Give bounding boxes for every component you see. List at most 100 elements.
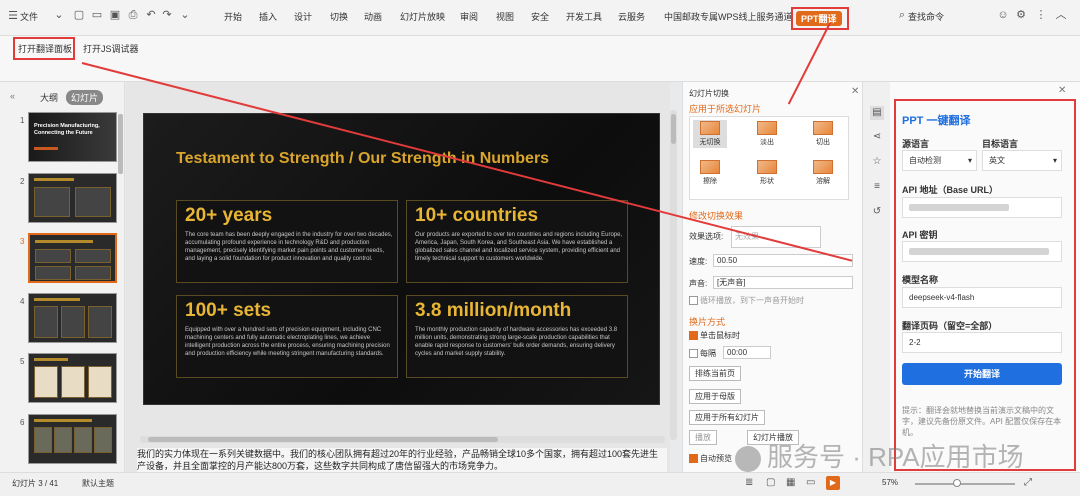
tab-slides[interactable]: 幻灯片 (66, 90, 104, 105)
on-click-checkbox[interactable]: 单击鼠标时 (689, 330, 740, 341)
stat-card: 3.8 million/month The monthly production… (406, 295, 628, 378)
translate-tip: 提示：翻译会就地替换当前演示文稿中的文字，建议先备份原文件。API 配置仅保存在… (902, 406, 1062, 437)
thumbnail-scrollbar[interactable] (118, 114, 123, 174)
menu-icon[interactable]: ☰ (6, 9, 20, 23)
comment-icon[interactable]: ☺ (996, 8, 1010, 22)
effect-dissolve[interactable]: 溶解 (806, 159, 840, 187)
watermark: 服务号 · RPA应用市场 (735, 437, 1024, 474)
share-icon[interactable]: ⋖ (870, 130, 884, 144)
play-button[interactable]: 播放 (689, 430, 717, 445)
ribbon: 打开翻译面板 打开JS调试器 (0, 36, 1080, 82)
zoom-level[interactable]: 57% (882, 478, 898, 487)
new-file-icon[interactable]: ▢ (72, 8, 86, 22)
redo-icon[interactable]: ↷ (160, 8, 174, 22)
thumbnail-title: Precision Manufacturing, Connecting the … (34, 123, 100, 136)
slide-thumbnail-panel: « 大纲 幻灯片 1 Precision Manufacturing, Conn… (0, 82, 125, 472)
slide-thumbnail[interactable] (28, 414, 117, 464)
speed-label: 速度: (689, 257, 708, 266)
effect-options-select[interactable]: 无效果 (731, 226, 821, 248)
current-slide[interactable]: Testament to Strength / Our Strength in … (143, 113, 660, 405)
tab-home[interactable]: 开始 (224, 10, 242, 23)
sorter-view-icon[interactable]: ▦ (786, 477, 795, 488)
translate-panel: ✕ PPT 一键翻译 源语言 目标语言 自动检测 ▾ 英文 ▾ API 地址（Bas… (890, 82, 1080, 472)
search-command[interactable]: 查找命令 (908, 10, 944, 23)
tab-review[interactable]: 审阅 (460, 10, 478, 23)
star-icon[interactable]: ☆ (870, 155, 884, 169)
history-icon[interactable]: ↺ (870, 205, 884, 219)
tab-view[interactable]: 视图 (496, 10, 514, 23)
save-icon[interactable]: ▣ (108, 8, 122, 22)
api-url-input[interactable] (902, 197, 1062, 218)
open-translate-panel-button[interactable]: 打开翻译面板 (18, 42, 72, 55)
slide-thumbnail[interactable] (28, 353, 117, 403)
tab-developer[interactable]: 开发工具 (566, 10, 602, 23)
slide-thumbnail-selected[interactable] (28, 233, 117, 283)
tab-animation[interactable]: 动画 (364, 10, 382, 23)
zoom-slider[interactable] (915, 479, 1015, 487)
file-menu[interactable]: 文件 (20, 10, 38, 23)
horizontal-scrollbar[interactable] (140, 436, 665, 443)
tab-outline[interactable]: 大纲 (40, 91, 58, 104)
sound-select[interactable]: [无声音] (713, 276, 853, 289)
start-translate-button[interactable]: 开始翻译 (902, 363, 1062, 385)
collapse-icon[interactable]: ︿ (1054, 8, 1068, 22)
collapse-left-icon[interactable]: « (10, 91, 15, 101)
stat-value: 3.8 million/month (415, 300, 572, 321)
slide-thumbnail[interactable] (28, 293, 117, 343)
open-folder-icon[interactable]: ▭ (90, 8, 104, 22)
tab-design[interactable]: 设计 (294, 10, 312, 23)
tab-security[interactable]: 安全 (531, 10, 549, 23)
effect-shape[interactable]: 形状 (750, 159, 784, 187)
rehearse-button[interactable]: 排练当前页 (689, 366, 741, 381)
slide-thumbnail[interactable]: Precision Manufacturing, Connecting the … (28, 112, 117, 162)
transition-panel-title[interactable]: 幻灯片切换 (689, 88, 729, 99)
tab-transition[interactable]: 切换 (330, 10, 348, 23)
tab-cloud[interactable]: 云服务 (618, 10, 645, 23)
close-icon[interactable]: ✕ (851, 86, 859, 97)
play-icon[interactable]: ▶ (826, 476, 840, 490)
adjust-icon[interactable]: ≡ (870, 180, 884, 194)
loop-checkbox[interactable]: 循环播放，到下一声音开始时 (689, 295, 804, 306)
tab-china-post[interactable]: 中国邮政专属WPS线上服务通道 (664, 10, 793, 23)
transition-icon[interactable]: ▤ (870, 106, 884, 120)
more-icon[interactable]: ⋮ (1034, 8, 1048, 22)
tab-ppt-translate[interactable]: PPT翻译 (796, 11, 842, 26)
every-checkbox[interactable]: 每隔 (689, 348, 716, 359)
api-key-input[interactable] (902, 241, 1062, 262)
close-icon[interactable]: ✕ (1058, 85, 1066, 96)
print-icon[interactable]: ⎙ (126, 8, 140, 22)
normal-view-icon[interactable]: ▢ (766, 477, 775, 488)
effect-none[interactable]: 无切换 (693, 120, 727, 148)
slide-number: 6 (20, 418, 25, 427)
vertical-scrollbar[interactable] (670, 110, 677, 440)
effect-cut[interactable]: 切出 (806, 120, 840, 148)
undo-icon[interactable]: ↶ (144, 8, 158, 22)
reading-view-icon[interactable]: ▭ (806, 477, 815, 488)
chevron-down-icon[interactable]: ⌄ (178, 8, 192, 22)
apply-master-button[interactable]: 应用于母版 (689, 389, 741, 404)
notes-icon[interactable]: ≣ (745, 477, 753, 488)
source-language-select[interactable]: 自动检测 ▾ (902, 150, 977, 171)
search-icon[interactable]: ⌕ (895, 8, 909, 22)
tab-slideshow[interactable]: 幻灯片放映 (400, 10, 445, 23)
chevron-down-icon[interactable]: ⌄ (52, 8, 66, 22)
effect-options-label: 效果选项: (689, 232, 724, 241)
open-js-debugger-button[interactable]: 打开JS调试器 (83, 42, 139, 55)
page-range-input[interactable]: 2-2 (902, 332, 1062, 353)
speaker-notes[interactable]: 我们的实力体现在一系列关键数据中。我们的核心团队拥有超过20年的行业经验，产品畅… (137, 448, 667, 474)
effect-fade[interactable]: 淡出 (750, 120, 784, 148)
apply-all-button[interactable]: 应用于所有幻灯片 (689, 410, 765, 425)
gear-icon[interactable]: ⚙ (1014, 8, 1028, 22)
model-name-input[interactable]: deepseek-v4-flash (902, 287, 1062, 308)
fit-icon[interactable]: ⤢ (1024, 477, 1032, 488)
effect-wipe[interactable]: 擦除 (693, 159, 727, 187)
stat-description: Equipped with over a hundred sets of pre… (185, 327, 390, 357)
tab-insert[interactable]: 插入 (259, 10, 277, 23)
slide-thumbnail[interactable] (28, 173, 117, 223)
every-input[interactable]: 00:00 (723, 346, 771, 359)
autopreview-checkbox[interactable]: 自动预览 (689, 453, 732, 464)
stat-card: 10+ countries Our products are exported … (406, 200, 628, 283)
menu-bar: ☰ 文件 ⌄ ▢ ▭ ▣ ⎙ ↶ ↷ ⌄ 开始 插入 设计 切换 动画 幻灯片放… (0, 0, 1080, 36)
api-url-label: API 地址（Base URL） (902, 185, 999, 195)
target-language-select[interactable]: 英文 ▾ (982, 150, 1062, 171)
